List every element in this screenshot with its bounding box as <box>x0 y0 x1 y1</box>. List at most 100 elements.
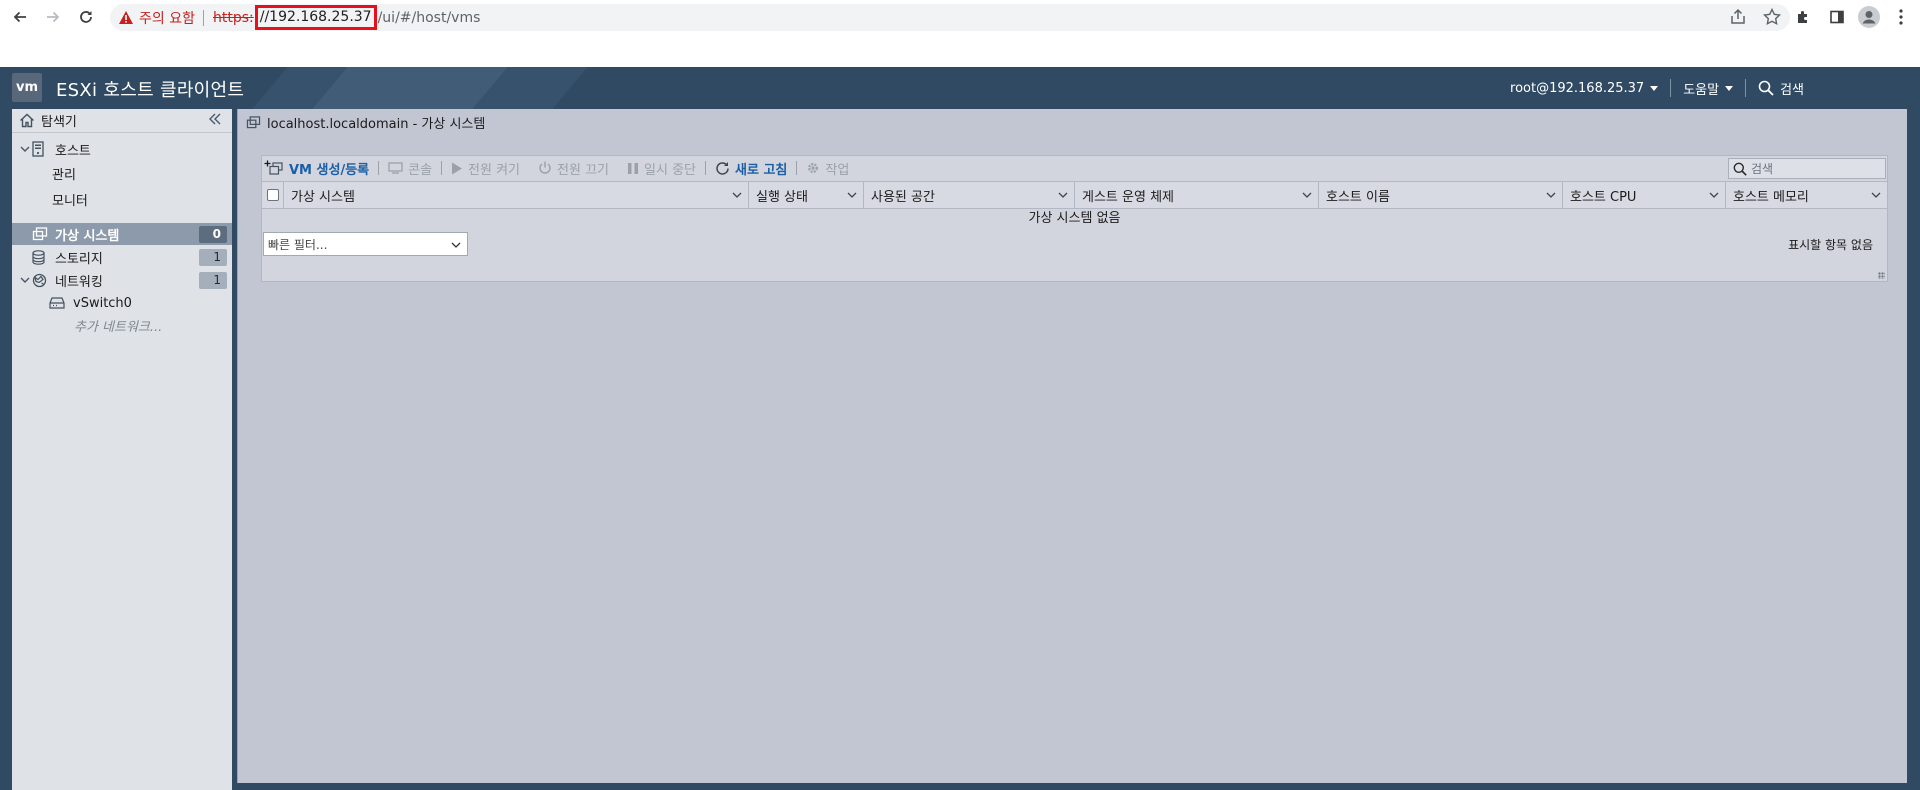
column-header-used-space[interactable]: 사용된 공간 <box>864 182 1075 208</box>
power-icon <box>539 161 551 174</box>
header-search[interactable]: 검색 <box>1746 79 1920 98</box>
user-menu-label: root@192.168.25.37 <box>1510 80 1645 96</box>
more-networks-link: 추가 네트워크... <box>74 319 163 335</box>
navigator-title: 탐색기 <box>41 115 77 130</box>
expand-chevron-icon[interactable] <box>20 144 32 154</box>
nav-item-monitor-label: 모니터 <box>52 193 88 209</box>
double-chevron-left-icon <box>209 113 221 125</box>
suspend-button[interactable]: 일시 중단 <box>618 159 705 178</box>
nav-item-host-label: 호스트 <box>55 143 91 159</box>
omnibox-actions <box>1728 7 1782 27</box>
column-header-host-memory[interactable]: 호스트 메모리 <box>1726 182 1887 208</box>
header-menu: root@192.168.25.37 도움말 검색 <box>1498 67 1920 109</box>
chevron-down-icon[interactable] <box>847 190 857 200</box>
resize-handle-icon[interactable] <box>1878 272 1885 279</box>
home-icon <box>20 113 34 128</box>
vm-search-input[interactable]: 검색 <box>1728 158 1886 179</box>
chevron-down-icon[interactable] <box>732 190 742 200</box>
column-header-label: 호스트 메모리 <box>1733 189 1809 205</box>
expand-chevron-icon[interactable] <box>20 275 32 285</box>
vmware-logo: vm <box>12 73 42 102</box>
virtual-machine-icon <box>246 116 261 129</box>
vm-count-badge: 0 <box>199 226 227 243</box>
power-on-button[interactable]: 전원 켜기 <box>442 159 529 178</box>
nav-item-more-networks[interactable]: 추가 네트워크... <box>12 314 232 336</box>
url-scheme: https: <box>212 9 254 26</box>
search-icon <box>1758 80 1774 96</box>
search-icon <box>1733 162 1747 176</box>
quick-filter-select[interactable]: 빠른 필터... <box>263 232 468 256</box>
add-vm-icon <box>264 160 283 175</box>
nav-item-storage-label: 스토리지 <box>55 251 103 267</box>
address-bar[interactable]: 주의 요함 https://192.168.25.37/ui/#/host/vm… <box>110 4 1790 31</box>
network-globe-icon <box>32 273 50 288</box>
refresh-button[interactable]: 새로 고침 <box>706 159 796 178</box>
empty-table-message: 가상 시스템 없음 <box>1028 211 1121 226</box>
share-icon[interactable] <box>1728 7 1748 27</box>
browser-menu-icon[interactable] <box>1888 4 1914 30</box>
column-header-label: 가상 시스템 <box>291 189 355 205</box>
url-path: /ui/#/host/vms <box>377 9 481 26</box>
app-title: ESXi 호스트 클라이언트 <box>56 80 245 101</box>
navigator-panel: 탐색기 호스트 관리 모니터 가상 시스템 0 스토리지 1 네트워킹 1 vS… <box>12 109 232 790</box>
bookmark-star-icon[interactable] <box>1762 7 1782 27</box>
column-header-vm[interactable]: 가상 시스템 <box>284 182 749 208</box>
nav-item-networking[interactable]: 네트워킹 1 <box>12 269 232 291</box>
column-header-host-name[interactable]: 호스트 이름 <box>1319 182 1563 208</box>
nav-item-vswitch0-label: vSwitch0 <box>73 295 132 311</box>
back-button[interactable] <box>7 4 33 30</box>
omnibox-divider <box>202 9 204 26</box>
arrow-left-icon <box>13 11 26 23</box>
column-header-guest-os[interactable]: 게스트 운영 체제 <box>1075 182 1319 208</box>
actions-button[interactable]: 작업 <box>797 159 858 178</box>
side-panel-icon[interactable] <box>1824 4 1850 30</box>
nav-item-storage[interactable]: 스토리지 1 <box>12 246 232 268</box>
chevron-down-icon[interactable] <box>1871 190 1881 200</box>
extensions-puzzle-icon[interactable] <box>1790 4 1816 30</box>
reload-button[interactable] <box>73 4 99 30</box>
chevron-down-icon[interactable] <box>1709 190 1719 200</box>
profile-avatar-icon[interactable] <box>1858 6 1880 28</box>
vm-search-placeholder: 검색 <box>1751 162 1774 176</box>
column-header-state[interactable]: 실행 상태 <box>749 182 864 208</box>
collapse-navigator-button[interactable] <box>208 112 222 126</box>
column-header-label: 게스트 운영 체제 <box>1082 189 1174 205</box>
vm-toolbar: VM 생성/등록 콘솔 전원 켜기 전원 끄기 일시 중단 새로 고침 작업 검… <box>262 156 1887 180</box>
security-warning[interactable]: 주의 요함 <box>119 8 195 28</box>
network-count-badge: 1 <box>199 272 227 289</box>
actions-label: 작업 <box>825 162 850 178</box>
refresh-icon <box>716 161 729 175</box>
app-header: vm ESXi 호스트 클라이언트 root@192.168.25.37 도움말… <box>0 67 1920 109</box>
create-register-vm-label: VM 생성/등록 <box>289 162 370 178</box>
browser-extensions <box>1790 4 1914 30</box>
power-off-label: 전원 끄기 <box>557 162 610 178</box>
vm-table-header: 가상 시스템 실행 상태 사용된 공간 게스트 운영 체제 호스트 이름 호스트… <box>262 181 1887 209</box>
nav-item-networking-label: 네트워킹 <box>55 274 103 290</box>
play-icon <box>452 162 463 174</box>
nav-item-vswitch0[interactable]: vSwitch0 <box>12 292 232 314</box>
chevron-down-icon[interactable] <box>1058 190 1068 200</box>
create-register-vm-button[interactable]: VM 생성/등록 <box>262 159 378 178</box>
column-header-label: 호스트 이름 <box>1326 189 1390 205</box>
console-button[interactable]: 콘솔 <box>379 159 441 178</box>
nav-item-host[interactable]: 호스트 <box>12 138 232 160</box>
item-count-status: 표시할 항목 없음 <box>1788 238 1873 252</box>
select-all-checkbox[interactable] <box>262 182 284 208</box>
help-menu[interactable]: 도움말 <box>1671 79 1745 98</box>
nav-item-virtual-machines[interactable]: 가상 시스템 0 <box>12 223 232 245</box>
column-header-host-cpu[interactable]: 호스트 CPU <box>1563 182 1726 208</box>
host-server-icon <box>32 141 50 157</box>
vm-list-panel: VM 생성/등록 콘솔 전원 켜기 전원 끄기 일시 중단 새로 고침 작업 검… <box>261 155 1888 282</box>
forward-button[interactable] <box>40 4 66 30</box>
column-header-label: 호스트 CPU <box>1570 189 1637 205</box>
nav-item-monitor[interactable]: 모니터 <box>12 188 232 210</box>
nav-item-manage[interactable]: 관리 <box>12 162 232 184</box>
column-header-label: 사용된 공간 <box>871 189 935 205</box>
user-menu[interactable]: root@192.168.25.37 <box>1498 81 1670 96</box>
chevron-down-icon[interactable] <box>1302 190 1312 200</box>
storage-count-badge: 1 <box>199 249 227 266</box>
chevron-down-icon[interactable] <box>1546 190 1556 200</box>
power-off-button[interactable]: 전원 끄기 <box>529 159 618 178</box>
header-search-label: 검색 <box>1780 82 1804 98</box>
main-content: localhost.localdomain - 가상 시스템 VM 생성/등록 … <box>237 109 1907 783</box>
